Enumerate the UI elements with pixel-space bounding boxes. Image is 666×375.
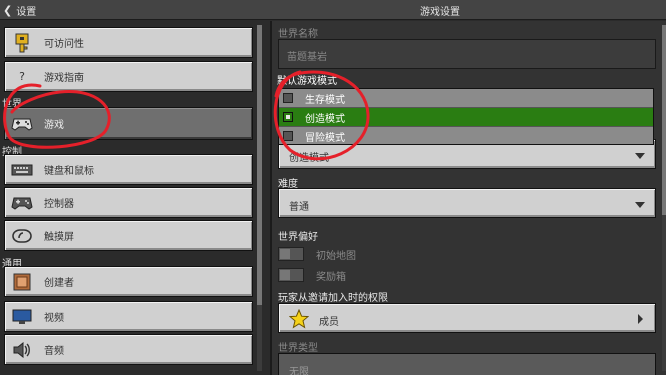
sidebar-item-label: 创建者 [44, 278, 74, 289]
keyboard-icon [11, 159, 33, 181]
key-icon [11, 32, 33, 54]
gamepad-icon [11, 113, 33, 135]
sidebar-scrollbar[interactable] [257, 25, 262, 371]
sidebar-item-creator[interactable]: 创建者 [4, 266, 253, 297]
join-perm-label: 玩家从邀请加入时的权限 [278, 293, 388, 304]
sidebar-item-game[interactable]: 游戏 [4, 107, 253, 140]
sidebar-item-audio[interactable]: 音频 [4, 334, 253, 365]
sidebar-item-how-to-play[interactable]: ? 游戏指南 [4, 61, 253, 92]
join-permission-button[interactable]: 成员 [278, 303, 656, 333]
touch-icon [11, 225, 33, 247]
sidebar-item-video[interactable]: 视频 [4, 301, 253, 332]
radio-box [283, 93, 293, 103]
page-title: 游戏设置 [420, 7, 460, 18]
radio-box [283, 131, 293, 141]
option-label: 生存模式 [305, 94, 345, 106]
world-name-field[interactable]: 苗题基岩 [278, 39, 656, 69]
back-button[interactable]: ❮ 设置 [3, 2, 43, 18]
difficulty-dropdown[interactable]: 普通 [278, 188, 656, 218]
game-mode-popup: 生存模式 创造模式 冒险模式 [278, 88, 654, 145]
join-permission-value: 成员 [319, 317, 339, 328]
chevron-down-icon [635, 153, 645, 159]
sidebar-item-label: 触摸屏 [44, 232, 74, 243]
world-type-dropdown[interactable]: 无限 [278, 353, 656, 375]
option-label: 创造模式 [305, 113, 345, 125]
chevron-left-icon: ❮ [3, 3, 13, 17]
sidebar-item-label: 可访问性 [44, 39, 84, 50]
sidebar-item-keyboard-mouse[interactable]: 键盘和鼠标 [4, 154, 253, 185]
panel-scrollbar[interactable] [662, 25, 666, 371]
starter-map-toggle-row: 初始地图 [278, 246, 356, 262]
bonus-chest-toggle[interactable] [278, 268, 304, 282]
creator-icon [11, 271, 33, 293]
help-icon: ? [19, 70, 25, 83]
starter-map-toggle[interactable] [278, 247, 304, 261]
title-bar: ❮ 设置 游戏设置 [0, 0, 666, 20]
chevron-down-icon [635, 202, 645, 208]
toggle-knob [280, 270, 290, 280]
world-type-label: 世界类型 [278, 343, 318, 354]
world-type-value: 无限 [289, 367, 309, 375]
bonus-chest-toggle-row: 奖励箱 [278, 267, 346, 283]
sidebar-item-accessibility[interactable]: 可访问性 [4, 27, 253, 58]
game-mode-label: 默认游戏模式 [276, 72, 652, 87]
monitor-icon [11, 306, 33, 328]
sidebar-item-label: 视频 [44, 313, 64, 324]
sidebar-item-label: 游戏 [44, 120, 64, 131]
option-survival[interactable]: 生存模式 [279, 89, 653, 107]
radio-box [283, 112, 293, 122]
option-creative[interactable]: 创造模式 [279, 108, 653, 126]
sidebar-item-label: 键盘和鼠标 [44, 166, 94, 177]
back-label: 设置 [16, 6, 37, 18]
sidebar-item-label: 游戏指南 [44, 73, 84, 84]
panel-scroll-thumb[interactable] [662, 25, 666, 215]
sidebar-scroll-thumb[interactable] [257, 25, 262, 305]
starter-map-label: 初始地图 [316, 250, 356, 262]
speaker-icon [11, 339, 33, 361]
sidebar-item-controller[interactable]: 控制器 [4, 187, 253, 218]
chevron-right-icon [638, 314, 643, 324]
world-name-value: 苗题基岩 [287, 52, 327, 63]
controller-icon [11, 192, 33, 214]
world-name-label: 世界名称 [278, 29, 318, 40]
option-adventure[interactable]: 冒险模式 [279, 127, 653, 145]
world-prefs-label: 世界偏好 [278, 232, 318, 243]
sidebar-item-touch[interactable]: 触摸屏 [4, 220, 253, 251]
sidebar-item-label: 控制器 [44, 199, 74, 210]
difficulty-value: 普通 [289, 202, 309, 213]
game-mode-value: 创造模式 [289, 153, 329, 164]
star-icon [288, 308, 310, 329]
bonus-chest-label: 奖励箱 [316, 271, 346, 283]
option-label: 冒险模式 [305, 132, 345, 144]
sidebar-item-label: 音频 [44, 346, 64, 357]
toggle-knob [280, 249, 290, 259]
sidebar: 可访问性 ? 游戏指南 世界 游戏 控制 键盘和鼠标 控制器 触摸屏 通用 创建… [0, 21, 270, 375]
